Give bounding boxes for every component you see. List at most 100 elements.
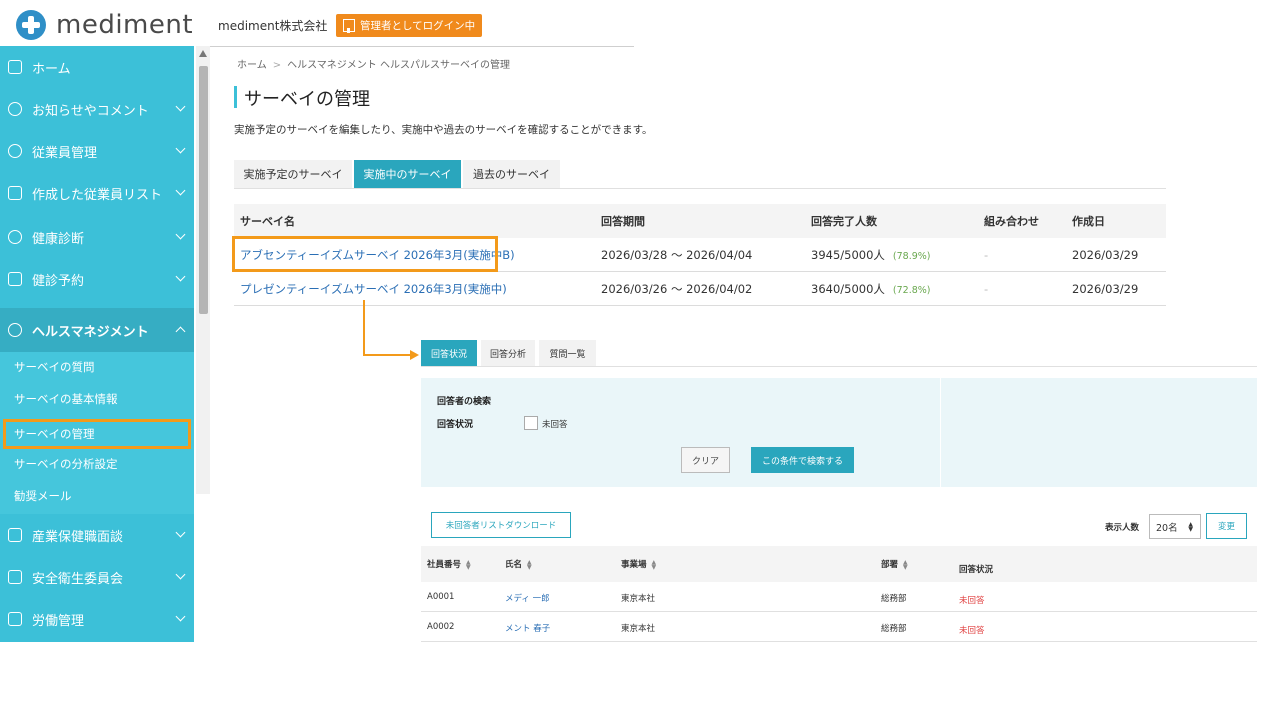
survey-completed: 3945/5000人 (78.9%) bbox=[811, 247, 931, 263]
title-accent-bar bbox=[234, 86, 237, 108]
breadcrumb-separator: > bbox=[272, 60, 282, 71]
completed-percent: (78.9%) bbox=[892, 250, 931, 262]
sidebar-item-employee-lists[interactable]: 作成した従業員リスト bbox=[0, 172, 194, 214]
sidebar-item-label: ホーム bbox=[32, 61, 71, 77]
table-row: A0002 メント 春子 東京本社 総務部 未回答 bbox=[421, 612, 1257, 642]
chevron-down-icon bbox=[175, 527, 186, 538]
logo[interactable]: mediment bbox=[16, 9, 196, 41]
column-header-site[interactable]: 事業場 ▲ ▼ bbox=[621, 558, 657, 571]
sidebar-item-label: 産業保健職面談 bbox=[32, 529, 124, 545]
submenu-reminder-mail[interactable]: 勧奨メール bbox=[0, 481, 194, 511]
submenu-survey-basic-info[interactable]: サーベイの基本情報 bbox=[0, 384, 194, 414]
submenu-survey-management[interactable]: サーベイの管理 bbox=[3, 419, 191, 449]
employee-department: 総務部 bbox=[881, 624, 907, 634]
scroll-up-arrow-icon[interactable] bbox=[199, 50, 207, 57]
employee-name-link[interactable]: メディ 一郎 bbox=[505, 592, 550, 604]
bell-icon bbox=[8, 102, 22, 116]
survey-period: 2026/03/26 ～ 2026/04/02 bbox=[601, 281, 753, 296]
status-filter-label: 回答状況 bbox=[437, 420, 474, 430]
employee-site: 東京本社 bbox=[621, 594, 656, 604]
survey-combo: - bbox=[984, 247, 989, 262]
column-header-department[interactable]: 部署 ▲ ▼ bbox=[881, 558, 908, 571]
sidebar-item-label: 労働管理 bbox=[32, 613, 85, 629]
sidebar-scroll-thumb[interactable] bbox=[199, 66, 208, 314]
employee-id: A0001 bbox=[427, 592, 455, 602]
heart-hand-icon bbox=[8, 323, 22, 337]
breadcrumb-home[interactable]: ホーム bbox=[237, 60, 267, 71]
connector-line bbox=[363, 300, 365, 356]
sort-icon[interactable]: ▲ ▼ bbox=[527, 560, 532, 571]
column-header: 回答期間 bbox=[601, 215, 645, 228]
tab-active-surveys[interactable]: 実施中のサーベイ bbox=[354, 160, 461, 188]
download-unanswered-list-button[interactable]: 未回答者リストダウンロード bbox=[431, 512, 571, 538]
arrow-right-icon bbox=[410, 350, 419, 360]
survey-created: 2026/03/29 bbox=[1072, 247, 1139, 262]
sidebar-item-label: ヘルスマネジメント bbox=[32, 324, 149, 340]
sidebar-item-employees[interactable]: 従業員管理 bbox=[0, 130, 194, 172]
interview-icon bbox=[8, 528, 22, 542]
survey-name-link[interactable]: プレゼンティーイズムサーベイ 2026年3月(実施中) bbox=[240, 281, 507, 297]
employee-id: A0002 bbox=[427, 622, 455, 632]
sidebar-item-home[interactable]: ホーム bbox=[0, 46, 194, 88]
sidebar-item-checkup-booking[interactable]: 健診予約 bbox=[0, 258, 194, 300]
search-panel-divider bbox=[940, 378, 941, 487]
unanswered-checkbox-label[interactable]: 未回答 bbox=[542, 418, 568, 430]
chevron-down-icon bbox=[175, 611, 186, 622]
tab-response-analysis[interactable]: 回答分析 bbox=[481, 340, 535, 366]
column-header: 作成日 bbox=[1072, 215, 1105, 228]
document-icon bbox=[8, 570, 22, 584]
column-header-name[interactable]: 氏名 ▲ ▼ bbox=[505, 558, 532, 571]
calendar-icon bbox=[8, 272, 22, 286]
page-description: 実施予定のサーベイを編集したり、実施中や過去のサーベイを確認することができます。 bbox=[234, 124, 653, 136]
sort-icon[interactable]: ▲ ▼ bbox=[466, 560, 471, 571]
survey-name-highlight bbox=[232, 236, 498, 272]
employee-name-link[interactable]: メント 春子 bbox=[505, 622, 550, 634]
sidebar-item-notices[interactable]: お知らせやコメント bbox=[0, 88, 194, 130]
sort-icon[interactable]: ▲ ▼ bbox=[903, 560, 908, 571]
tab-divider bbox=[234, 188, 1166, 189]
employee-site: 東京本社 bbox=[621, 624, 656, 634]
column-header: サーベイ名 bbox=[240, 215, 295, 228]
user-list-icon bbox=[8, 186, 22, 200]
completed-count: 3945/5000人 bbox=[811, 247, 885, 262]
per-page-value: 20名 bbox=[1156, 522, 1178, 534]
sidebar-item-label: お知らせやコメント bbox=[32, 103, 149, 119]
chevron-down-icon bbox=[175, 569, 186, 580]
unanswered-checkbox[interactable] bbox=[524, 416, 538, 430]
clear-button[interactable]: クリア bbox=[681, 447, 730, 473]
submenu-survey-analysis-settings[interactable]: サーベイの分析設定 bbox=[0, 449, 194, 479]
tab-question-list[interactable]: 質問一覧 bbox=[539, 340, 596, 366]
change-button[interactable]: 変更 bbox=[1206, 513, 1247, 539]
employee-department: 総務部 bbox=[881, 594, 907, 604]
calendar-icon bbox=[8, 612, 22, 626]
building-icon bbox=[343, 19, 355, 33]
medical-cross-icon bbox=[16, 10, 46, 40]
column-header-status: 回答状況 bbox=[959, 565, 994, 575]
tab-response-status[interactable]: 回答状況 bbox=[421, 340, 477, 366]
admin-login-badge: 管理者としてログイン中 bbox=[336, 14, 483, 37]
tab-past-surveys[interactable]: 過去のサーベイ bbox=[463, 160, 560, 188]
table-header-row: サーベイ名 回答期間 回答完了人数 組み合わせ 作成日 bbox=[234, 204, 1166, 238]
chevron-down-icon bbox=[175, 143, 186, 154]
tab-scheduled-surveys[interactable]: 実施予定のサーベイ bbox=[234, 160, 352, 188]
column-header-employee-id[interactable]: 社員番号 ▲ ▼ bbox=[427, 558, 471, 571]
admin-badge-label: 管理者としてログイン中 bbox=[360, 20, 476, 32]
sort-icon[interactable]: ▲ ▼ bbox=[652, 560, 657, 571]
sidebar-item-occupational-interview[interactable]: 産業保健職面談 bbox=[0, 514, 194, 556]
per-page-select[interactable]: 20名 ▲ ▼ bbox=[1149, 514, 1201, 539]
connector-line bbox=[363, 354, 413, 356]
chevron-down-icon bbox=[175, 101, 186, 112]
response-status: 未回答 bbox=[959, 596, 985, 606]
survey-created: 2026/03/29 bbox=[1072, 281, 1139, 296]
search-button[interactable]: この条件で検索する bbox=[751, 447, 854, 473]
submenu-survey-questions[interactable]: サーベイの質問 bbox=[0, 352, 194, 382]
company-name: mediment株式会社 bbox=[218, 19, 328, 33]
sidebar-item-checkup[interactable]: 健康診断 bbox=[0, 216, 194, 258]
sidebar: ホーム お知らせやコメント 従業員管理 作成した従業員リスト 健康診断 健診予約… bbox=[0, 46, 194, 642]
sidebar-item-health-management[interactable]: ヘルスマネジメント bbox=[0, 308, 194, 352]
column-header: 回答完了人数 bbox=[811, 215, 877, 228]
column-header: 組み合わせ bbox=[984, 215, 1039, 228]
sidebar-item-labor-management[interactable]: 労働管理 bbox=[0, 598, 194, 640]
completed-count: 3640/5000人 bbox=[811, 281, 885, 296]
sidebar-item-safety-committee[interactable]: 安全衛生委員会 bbox=[0, 556, 194, 598]
